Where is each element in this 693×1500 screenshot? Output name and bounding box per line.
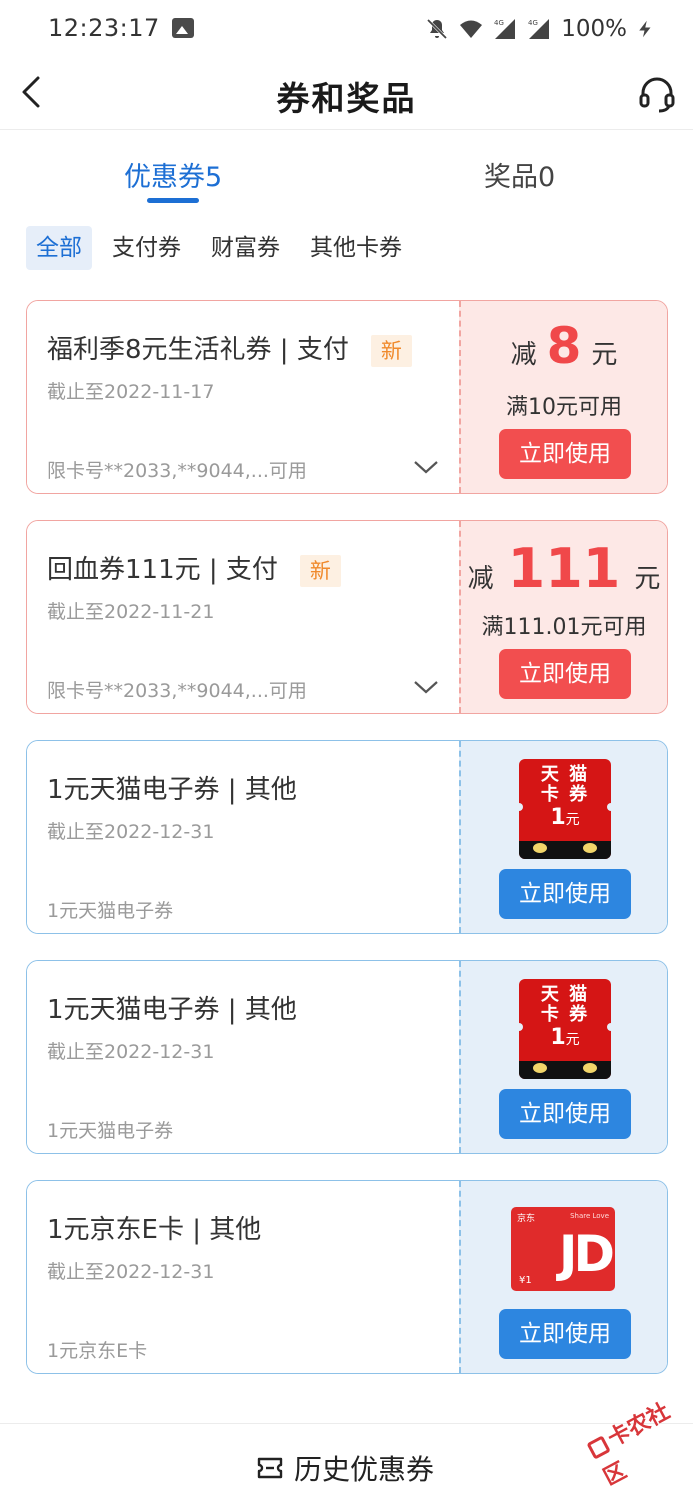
filter-wealth[interactable]: 财富券 <box>201 226 290 270</box>
status-time: 12:23:17 <box>48 14 160 42</box>
page-title: 券和奖品 <box>276 79 417 118</box>
customer-service-headset-icon[interactable] <box>637 74 677 114</box>
svg-text:4G: 4G <box>528 19 538 27</box>
coupon-card[interactable]: 福利季8元生活礼券 | 支付新 截止至2022-11-17 限卡号**2033,… <box>26 300 668 494</box>
coupon-amount: 减8元 <box>461 317 667 375</box>
amount-unit: 元 <box>591 340 618 370</box>
coupon-expiry: 截止至2022-12-31 <box>47 1041 215 1063</box>
coupon-action-panel: 减8元 满10元可用 立即使用 <box>459 301 667 493</box>
tmall-image-value: 1元 <box>550 805 580 830</box>
coupon-info: 1元天猫电子券 | 其他 截止至2022-12-31 1元天猫电子券 <box>27 961 459 1153</box>
coupon-info: 回血券111元 | 支付新 截止至2022-11-21 限卡号**2033,**… <box>27 521 459 713</box>
coupon-card-limit: 限卡号**2033,**9044,...可用 <box>47 460 307 482</box>
amount-prefix: 减 <box>467 564 494 594</box>
coupon-card[interactable]: 1元天猫电子券 | 其他 截止至2022-12-31 1元天猫电子券 天 猫 卡… <box>26 960 668 1154</box>
filter-other-cards[interactable]: 其他卡券 <box>300 226 412 270</box>
coupon-amount: 减 111 元 <box>461 537 667 600</box>
status-bar: 12:23:17 4G 4G 100% <box>0 0 693 58</box>
coupon-title: 1元天猫电子券 | 其他 <box>47 995 297 1025</box>
coupon-list: 福利季8元生活礼券 | 支付新 截止至2022-11-17 限卡号**2033,… <box>26 300 668 1400</box>
coupon-info: 1元天猫电子券 | 其他 截止至2022-12-31 1元天猫电子券 <box>27 741 459 933</box>
battery-charging-icon <box>639 20 651 38</box>
ticket-icon <box>257 1457 283 1479</box>
coupon-expiry: 截止至2022-12-31 <box>47 821 215 843</box>
use-now-button[interactable]: 立即使用 <box>499 429 631 479</box>
amount-unit: 元 <box>634 564 661 594</box>
signal-4g-icon-2: 4G <box>528 19 550 39</box>
history-coupons-label: 历史优惠券 <box>294 1453 435 1486</box>
coupon-action-panel: 减 111 元 满111.01元可用 立即使用 <box>459 521 667 713</box>
tmall-cat-eyes-icon <box>519 841 611 859</box>
coupon-action-panel: 京东 Share Love JD ¥1 立即使用 <box>459 1181 667 1373</box>
new-badge: 新 <box>299 554 341 587</box>
filter-payment[interactable]: 支付券 <box>102 226 191 270</box>
tmall-cat-eyes-icon <box>519 1061 611 1079</box>
tmall-card-image: 天 猫 卡 券 1元 <box>515 979 615 1079</box>
filter-all[interactable]: 全部 <box>26 226 92 270</box>
chevron-down-icon[interactable] <box>413 457 439 477</box>
coupon-card-limit: 限卡号**2033,**9044,...可用 <box>47 680 307 702</box>
coupon-title: 回血券111元 | 支付 <box>47 555 278 585</box>
coupon-title: 1元天猫电子券 | 其他 <box>47 775 297 805</box>
tab-coupons[interactable]: 优惠券5 <box>124 155 222 194</box>
mute-bell-icon <box>427 18 448 40</box>
filter-bar: 全部 支付券 财富券 其他卡券 <box>26 226 412 272</box>
coupon-description: 1元天猫电子券 <box>47 1120 174 1142</box>
use-now-button[interactable]: 立即使用 <box>499 1089 631 1139</box>
gallery-notification-icon <box>172 18 194 38</box>
tmall-card-image: 天 猫 卡 券 1元 <box>515 759 615 859</box>
amount-prefix: 减 <box>510 340 537 370</box>
amount-value: 111 <box>507 537 621 600</box>
tmall-image-text: 天 猫 卡 券 <box>540 764 590 805</box>
amount-value: 8 <box>546 317 582 375</box>
coupon-action-panel: 天 猫 卡 券 1元 立即使用 <box>459 961 667 1153</box>
coupon-info: 1元京东E卡 | 其他 截止至2022-12-31 1元京东E卡 <box>27 1181 459 1373</box>
coupon-threshold: 满111.01元可用 <box>481 615 647 640</box>
coupon-action-panel: 天 猫 卡 券 1元 立即使用 <box>459 741 667 933</box>
svg-text:4G: 4G <box>494 19 504 27</box>
signal-4g-icon: 4G <box>494 19 516 39</box>
jd-card-value: ¥1 <box>519 1275 532 1286</box>
coupon-description: 1元天猫电子券 <box>47 900 174 922</box>
jd-card-image: 京东 Share Love JD ¥1 <box>511 1207 615 1291</box>
status-icons: 4G 4G 100% <box>425 14 655 44</box>
tab-active-indicator <box>147 198 199 203</box>
coupon-description: 1元京东E卡 <box>47 1340 148 1362</box>
jd-logo: JD <box>558 1225 615 1283</box>
coupon-expiry: 截止至2022-11-21 <box>47 601 215 623</box>
coupon-info: 福利季8元生活礼券 | 支付新 截止至2022-11-17 限卡号**2033,… <box>27 301 459 493</box>
coupon-card[interactable]: 回血券111元 | 支付新 截止至2022-11-21 限卡号**2033,**… <box>26 520 668 714</box>
coupon-card[interactable]: 1元天猫电子券 | 其他 截止至2022-12-31 1元天猫电子券 天 猫 卡… <box>26 740 668 934</box>
tab-prizes[interactable]: 奖品0 <box>484 155 555 194</box>
use-now-button[interactable]: 立即使用 <box>499 869 631 919</box>
coupon-card[interactable]: 1元京东E卡 | 其他 截止至2022-12-31 1元京东E卡 京东 Shar… <box>26 1180 668 1374</box>
new-badge: 新 <box>370 334 412 367</box>
coupon-expiry: 截止至2022-11-17 <box>47 381 215 403</box>
coupon-title-row: 回血券111元 | 支付新 <box>47 549 341 587</box>
tmall-image-text: 天 猫 卡 券 <box>540 984 590 1025</box>
tmall-image-value: 1元 <box>550 1025 580 1050</box>
jd-brand: 京东 <box>517 1214 536 1224</box>
wifi-icon <box>460 20 483 38</box>
use-now-button[interactable]: 立即使用 <box>499 1309 631 1359</box>
page-header: 券和奖品 <box>0 58 693 130</box>
coupon-title-row: 福利季8元生活礼券 | 支付新 <box>47 329 412 367</box>
use-now-button[interactable]: 立即使用 <box>499 649 631 699</box>
chevron-down-icon[interactable] <box>413 677 439 697</box>
coupon-title: 1元京东E卡 | 其他 <box>47 1215 262 1245</box>
tab-bar: 优惠券5 奖品0 <box>0 131 693 213</box>
battery-percent: 100% <box>561 16 627 42</box>
jd-tagline: Share Love <box>570 1212 609 1220</box>
history-coupons-button[interactable]: 历史优惠券 <box>256 1448 434 1488</box>
coupon-expiry: 截止至2022-12-31 <box>47 1261 215 1283</box>
coupon-title: 福利季8元生活礼券 | 支付 <box>47 335 349 365</box>
coupon-threshold: 满10元可用 <box>506 395 622 420</box>
